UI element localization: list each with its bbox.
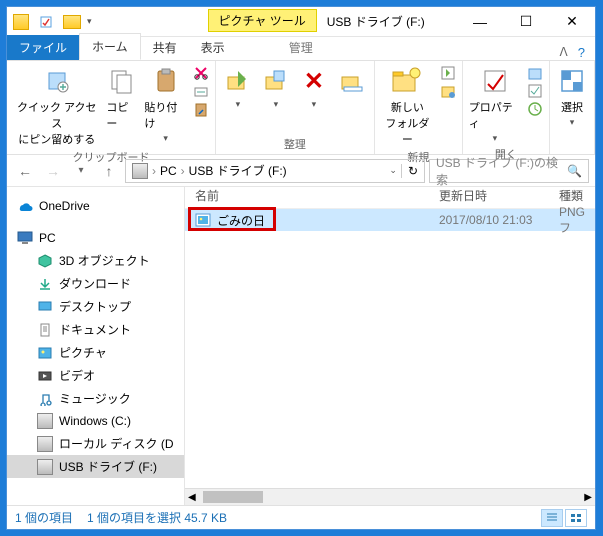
address-bar[interactable]: › PC › USB ドライブ (F:) ⌄ ↻	[125, 159, 425, 183]
col-name[interactable]: 名前	[185, 187, 439, 208]
minimize-button[interactable]: —	[457, 7, 503, 36]
tree-videos[interactable]: ビデオ	[7, 364, 184, 387]
search-input[interactable]: USB ドライブ (F:)の検索 🔍	[429, 159, 589, 183]
tree-documents[interactable]: ドキュメント	[7, 318, 184, 341]
nav-tree[interactable]: OneDrive PC 3D オブジェクト ダウンロード デスクトップ ドキュメ…	[7, 187, 185, 505]
nav-row: ← → ▾ ↑ › PC › USB ドライブ (F:) ⌄ ↻ USB ドライ…	[7, 155, 595, 187]
tab-file[interactable]: ファイル	[7, 35, 79, 60]
maximize-button[interactable]: ☐	[503, 7, 549, 36]
video-icon	[37, 368, 53, 384]
ribbon-collapse-icon[interactable]: ᐱ	[560, 45, 568, 60]
refresh-button[interactable]: ↻	[401, 164, 418, 178]
drive-icon	[37, 413, 53, 429]
col-date[interactable]: 更新日時	[439, 187, 559, 208]
history-icon[interactable]	[527, 101, 543, 117]
tree-desktop[interactable]: デスクトップ	[7, 295, 184, 318]
tree-pc[interactable]: PC	[7, 227, 184, 249]
paste-shortcut-icon[interactable]	[193, 101, 209, 117]
scrollbar-thumb[interactable]	[203, 491, 263, 503]
status-selection: 1 個の項目を選択 45.7 KB	[87, 509, 227, 526]
drive-icon	[37, 459, 53, 475]
ribbon: クイック アクセス にピン留めする コピー 貼り付け▾	[7, 61, 595, 155]
copy-to-button[interactable]: ▾	[260, 65, 292, 110]
properties-button[interactable]: プロパティ▾	[469, 65, 521, 144]
file-date: 2017/08/10 21:03	[439, 213, 559, 227]
select-button[interactable]: 選択▾	[556, 65, 588, 128]
move-to-button[interactable]: ▾	[222, 65, 254, 110]
picture-icon	[37, 345, 53, 361]
addr-dropdown[interactable]: ⌄	[389, 165, 397, 176]
close-button[interactable]: ✕	[549, 7, 595, 36]
tree-c-drive[interactable]: Windows (C:)	[7, 410, 184, 432]
view-details-button[interactable]	[541, 509, 563, 527]
breadcrumb-pc[interactable]: PC	[160, 164, 177, 178]
drive-icon	[37, 436, 53, 452]
highlight-annotation	[188, 207, 276, 231]
column-headers[interactable]: 名前 更新日時 種類	[185, 187, 595, 209]
download-icon	[37, 276, 53, 292]
back-button[interactable]: ←	[13, 159, 37, 183]
tab-share[interactable]: 共有	[141, 35, 189, 60]
open-icon[interactable]	[527, 65, 543, 81]
pc-icon	[17, 230, 33, 246]
new-item-icon[interactable]	[440, 65, 456, 81]
status-count: 1 個の項目	[15, 509, 73, 526]
cube-icon	[37, 253, 53, 269]
tab-home[interactable]: ホーム	[79, 33, 141, 60]
file-list: 名前 更新日時 種類 ごみの日 2017/08/10 21:03 PNG フ ◀	[185, 187, 595, 505]
drive-icon	[132, 163, 148, 179]
new-folder-button[interactable]: 新しい フォルダー	[381, 65, 434, 147]
tree-usb-drive[interactable]: USB ドライブ (F:)	[7, 455, 184, 478]
forward-button[interactable]: →	[41, 159, 65, 183]
ribbon-tabs: ファイル ホーム 共有 表示 管理 ᐱ ?	[7, 37, 595, 61]
qat-properties[interactable]	[35, 11, 57, 33]
tree-onedrive[interactable]: OneDrive	[7, 195, 184, 217]
up-button[interactable]: ↑	[97, 159, 121, 183]
onedrive-icon	[17, 198, 33, 214]
tree-downloads[interactable]: ダウンロード	[7, 272, 184, 295]
tree-music[interactable]: ミュージック	[7, 387, 184, 410]
copy-button[interactable]: コピー	[106, 65, 138, 147]
horizontal-scrollbar[interactable]: ◀ ▶	[185, 488, 595, 505]
status-bar: 1 個の項目 1 個の項目を選択 45.7 KB	[7, 505, 595, 529]
music-icon	[37, 391, 53, 407]
view-icons-button[interactable]	[565, 509, 587, 527]
copy-path-icon[interactable]	[193, 83, 209, 99]
app-icon	[13, 14, 29, 30]
delete-button[interactable]: ✕▾	[298, 65, 330, 110]
help-icon[interactable]: ?	[578, 45, 585, 60]
document-icon	[37, 322, 53, 338]
window-title: USB ドライブ (F:)	[317, 7, 457, 36]
explorer-window: ▾ ピクチャ ツール USB ドライブ (F:) — ☐ ✕ ファイル ホーム …	[6, 6, 596, 530]
tab-manage[interactable]: 管理	[277, 35, 325, 60]
tree-d-drive[interactable]: ローカル ディスク (D	[7, 432, 184, 455]
paste-button[interactable]: 貼り付け▾	[144, 65, 187, 147]
tree-3d[interactable]: 3D オブジェクト	[7, 249, 184, 272]
easy-access-icon[interactable]	[440, 83, 456, 99]
pin-to-quick-access[interactable]: クイック アクセス にピン留めする	[13, 65, 100, 147]
contextual-tab-label: ピクチャ ツール	[208, 9, 317, 32]
qat-expand[interactable]: ▾	[87, 16, 92, 27]
tab-view[interactable]: 表示	[189, 35, 237, 60]
desktop-icon	[37, 299, 53, 315]
tree-pictures[interactable]: ピクチャ	[7, 341, 184, 364]
file-type: PNG フ	[559, 205, 595, 236]
edit-icon[interactable]	[527, 83, 543, 99]
qat-newfolder[interactable]	[63, 15, 81, 29]
breadcrumb-location[interactable]: USB ドライブ (F:)	[189, 162, 287, 179]
cut-icon[interactable]	[193, 65, 209, 81]
rename-button[interactable]	[336, 65, 368, 110]
recent-dropdown[interactable]: ▾	[69, 159, 93, 183]
